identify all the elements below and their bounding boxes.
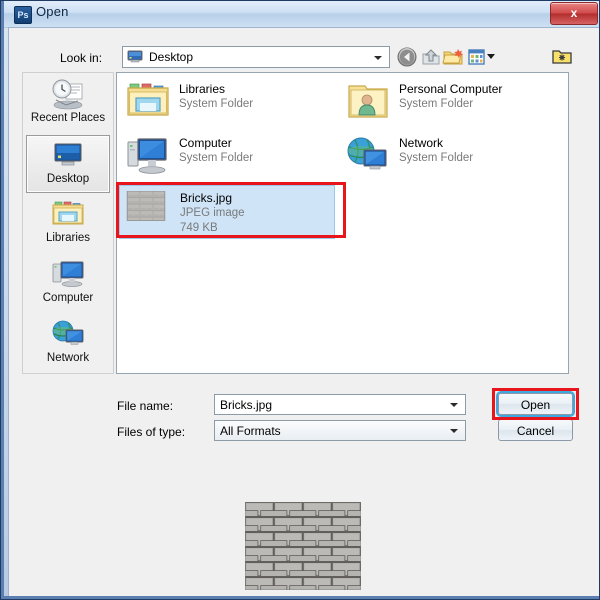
sidebar-item-desktop[interactable]: Desktop bbox=[26, 135, 110, 193]
open-button[interactable]: Open bbox=[498, 393, 573, 415]
network-globe-icon bbox=[52, 320, 84, 345]
sidebar-item-network[interactable]: Network bbox=[26, 315, 110, 373]
cancel-button[interactable]: Cancel bbox=[498, 419, 573, 441]
views-chevron-down-icon[interactable] bbox=[487, 54, 495, 59]
back-icon[interactable] bbox=[396, 46, 418, 68]
sidebar-label: Computer bbox=[42, 292, 94, 304]
file-subtitle: System Folder bbox=[179, 98, 254, 110]
brick-wall-preview bbox=[245, 502, 361, 590]
file-size: 749 KB bbox=[180, 222, 218, 234]
libraries-folder-icon bbox=[52, 201, 84, 225]
user-folder-icon bbox=[348, 85, 388, 118]
sidebar-item-computer[interactable]: Computer bbox=[26, 255, 110, 313]
views-icon[interactable] bbox=[466, 46, 488, 68]
file-name: Bricks.jpg bbox=[180, 191, 233, 205]
brick-thumbnail-icon bbox=[126, 191, 166, 221]
sidebar-label: Network bbox=[46, 352, 90, 364]
special-folder-icon[interactable] bbox=[552, 47, 572, 65]
file-name-value: Bricks.jpg bbox=[220, 398, 273, 412]
window-title: Open bbox=[36, 4, 69, 19]
look-in-label: Look in: bbox=[60, 51, 103, 65]
files-of-type-label: Files of type: bbox=[117, 425, 186, 439]
desktop-icon bbox=[54, 143, 82, 166]
sidebar-item-libraries[interactable]: Libraries bbox=[26, 195, 110, 253]
up-folder-icon[interactable] bbox=[420, 46, 442, 68]
file-subtitle: System Folder bbox=[399, 152, 474, 164]
desktop-monitor-icon bbox=[127, 50, 143, 63]
close-button[interactable]: x bbox=[550, 2, 598, 25]
look-in-dropdown[interactable]: Desktop bbox=[122, 46, 390, 68]
sidebar-label: Recent Places bbox=[30, 112, 106, 124]
computer-icon bbox=[127, 138, 167, 174]
computer-icon bbox=[52, 261, 84, 287]
sidebar-label: Desktop bbox=[46, 173, 90, 185]
places-bar: Recent Places Desktop Libraries Computer… bbox=[22, 72, 114, 374]
chevron-down-icon bbox=[374, 56, 382, 60]
recent-places-icon bbox=[52, 79, 83, 110]
list-item[interactable]: Computer System Folder bbox=[119, 131, 335, 185]
file-list[interactable]: Libraries System Folder Computer System … bbox=[116, 72, 569, 374]
list-item[interactable]: Personal Computer System Folder bbox=[339, 77, 555, 131]
chevron-down-icon[interactable] bbox=[450, 429, 458, 433]
file-name-label: File name: bbox=[117, 399, 174, 413]
files-of-type-dropdown[interactable]: All Formats bbox=[214, 420, 466, 441]
file-name: Personal Computer bbox=[399, 82, 503, 96]
network-globe-icon bbox=[347, 137, 387, 170]
open-file-dialog-window: Ps Open x Look in: Desktop Recent Places… bbox=[0, 0, 600, 600]
sidebar-label: Libraries bbox=[45, 232, 91, 244]
sidebar-item-recent-places[interactable]: Recent Places bbox=[26, 75, 110, 133]
file-name: Computer bbox=[179, 136, 232, 150]
list-item-bricks-jpg[interactable]: Bricks.jpg JPEG image 749 KB bbox=[119, 185, 335, 239]
look-in-value: Desktop bbox=[149, 50, 194, 64]
libraries-folder-icon bbox=[127, 83, 169, 116]
chevron-down-icon[interactable] bbox=[450, 403, 458, 407]
file-name: Network bbox=[399, 136, 444, 150]
file-subtitle: System Folder bbox=[399, 98, 474, 110]
file-subtitle: JPEG image bbox=[180, 207, 245, 219]
list-item[interactable]: Libraries System Folder bbox=[119, 77, 335, 131]
photoshop-ps-icon: Ps bbox=[14, 6, 32, 24]
file-subtitle: System Folder bbox=[179, 152, 254, 164]
files-of-type-value: All Formats bbox=[220, 424, 281, 438]
list-item[interactable]: Network System Folder bbox=[339, 131, 555, 185]
file-name: Libraries bbox=[179, 82, 226, 96]
new-folder-icon[interactable] bbox=[442, 46, 464, 68]
title-bar: Ps Open x bbox=[4, 0, 600, 28]
file-name-input[interactable]: Bricks.jpg bbox=[214, 394, 466, 415]
